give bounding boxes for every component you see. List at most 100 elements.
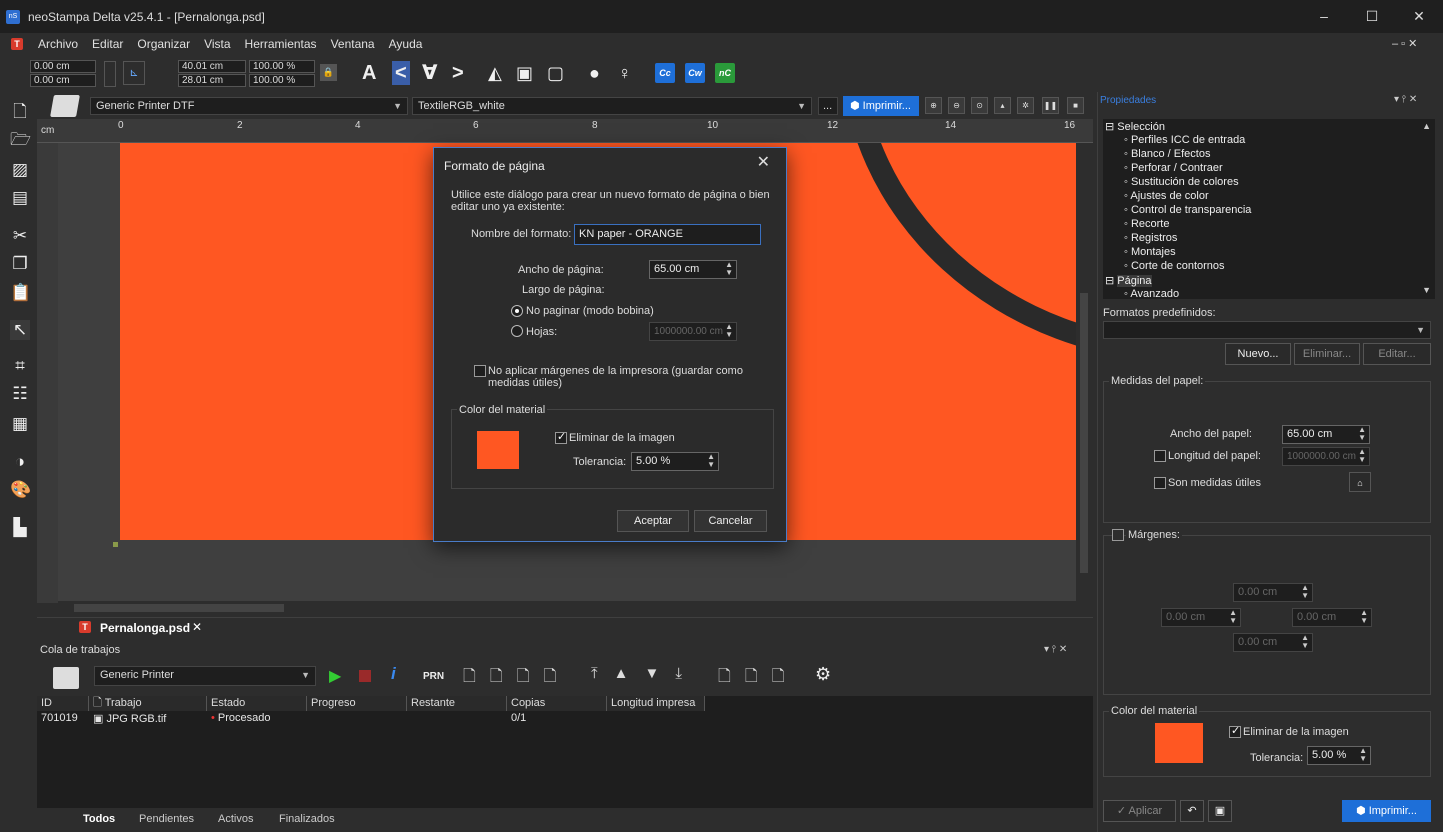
tree-item[interactable]: ◦ Sustitución de colores: [1124, 176, 1239, 188]
height-field[interactable]: 28.01 cm: [178, 74, 246, 87]
tree-scroll-up-icon[interactable]: ▲: [1422, 121, 1431, 131]
col-id[interactable]: ID: [37, 696, 89, 711]
tree-item[interactable]: ◦ Registros: [1124, 232, 1177, 244]
palette-icon[interactable]: 🎨: [10, 480, 31, 500]
settings-gear-icon[interactable]: ⚙: [815, 664, 831, 685]
align-down-icon[interactable]: ∀: [422, 61, 437, 85]
eliminar-button[interactable]: Eliminar...: [1294, 343, 1360, 365]
close-button[interactable]: ✕: [1396, 0, 1442, 33]
tree-item[interactable]: ◦ Control de transparencia: [1124, 204, 1251, 216]
stop-queue-icon[interactable]: [359, 670, 371, 682]
aplicar-button[interactable]: ✓ Aplicar: [1103, 800, 1176, 822]
contrast-icon[interactable]: ◑: [10, 452, 30, 472]
tree-item[interactable]: ◦ Recorte: [1124, 218, 1170, 230]
maximize-button[interactable]: ☐: [1349, 0, 1395, 33]
props-controls[interactable]: ▾ ⫯ ✕: [1394, 94, 1417, 105]
material-color-swatch[interactable]: [1155, 723, 1203, 763]
hojas-radio[interactable]: [511, 325, 523, 337]
no-margins-checkbox[interactable]: [474, 365, 486, 377]
undo-icon[interactable]: ↶: [1180, 800, 1204, 822]
tree-item[interactable]: ◦ Montajes: [1124, 246, 1176, 258]
save-icon[interactable]: ▤: [10, 188, 30, 208]
folder-settings-icon[interactable]: ▢: [547, 61, 564, 85]
col-trabajo[interactable]: 🗋 Trabajo: [89, 696, 207, 711]
cut-icon[interactable]: ✂: [10, 226, 30, 246]
tree-item[interactable]: ◦ Corte de contornos: [1124, 260, 1225, 272]
aceptar-button[interactable]: Aceptar: [617, 510, 689, 532]
crop-icon[interactable]: ⌗: [10, 356, 30, 376]
ink-drop-icon[interactable]: ●: [589, 61, 600, 85]
utiles-checkbox[interactable]: [1154, 477, 1166, 489]
col-progreso[interactable]: Progreso: [307, 696, 407, 711]
pointer-icon[interactable]: ↖: [10, 320, 30, 340]
margenes-checkbox[interactable]: [1112, 529, 1124, 541]
tile-icon[interactable]: ☷: [10, 384, 30, 404]
lock-icon[interactable]: 🔒: [320, 64, 337, 81]
dialog-tolerancia-input[interactable]: 5.00 % ▲ ▼: [631, 452, 719, 471]
table-row[interactable]: 701019 ▣ JPG RGB.tif • Procesado 0/1: [37, 711, 1093, 726]
dialog-close-icon[interactable]: ✕: [757, 152, 770, 172]
align-left-icon[interactable]: <: [392, 61, 410, 85]
zoom-fit-icon[interactable]: ⊙: [971, 97, 988, 114]
mdi-controls[interactable]: – ▫ ✕: [1392, 37, 1417, 50]
new-file-icon[interactable]: 🗋: [10, 102, 30, 122]
x-position-field[interactable]: 0.00 cm: [30, 60, 96, 73]
menu-organizar[interactable]: Organizar: [130, 37, 197, 51]
prn-button[interactable]: PRN: [423, 671, 444, 682]
open-folder-icon[interactable]: 🗁: [10, 130, 31, 150]
tab-todos[interactable]: Todos: [83, 813, 115, 825]
job-files-icon[interactable]: 🗋🗋🗋: [718, 665, 799, 692]
job-order-icon[interactable]: ⤒▲▼⤓: [591, 665, 698, 682]
eliminar-checkbox[interactable]: [1229, 724, 1241, 738]
menu-ayuda[interactable]: Ayuda: [382, 37, 430, 51]
menu-archivo[interactable]: Archivo: [31, 37, 85, 51]
zoom-selection-icon[interactable]: ✲: [1017, 97, 1034, 114]
queue-printer-select[interactable]: Generic Printer ▼: [94, 666, 316, 686]
print-button[interactable]: ⬢ Imprimir...: [843, 96, 919, 116]
width-field[interactable]: 40.01 cm: [178, 60, 246, 73]
tab-finalizados[interactable]: Finalizados: [279, 813, 335, 825]
tree-item[interactable]: ◦ Perforar / Contraer: [1124, 162, 1223, 174]
horizontal-scrollbar[interactable]: [58, 601, 1076, 615]
save-props-icon[interactable]: ▣: [1208, 800, 1232, 822]
vertical-scrollbar[interactable]: [1076, 143, 1093, 601]
scale-x-field[interactable]: 100.00 %: [249, 60, 315, 73]
zoom-out-icon[interactable]: ⊖: [948, 97, 965, 114]
cw-badge-icon[interactable]: Cw: [685, 63, 705, 83]
doc-tab-close[interactable]: ✕: [192, 620, 202, 634]
margin-top-input[interactable]: 0.00 cm ▲ ▼: [1233, 583, 1313, 602]
hojas-input[interactable]: 1000000.00 cm ▲ ▼: [649, 322, 737, 341]
pause-icon[interactable]: ❚❚: [1042, 97, 1059, 114]
copy-icon[interactable]: ❐: [10, 254, 30, 274]
doc-tab-title[interactable]: Pernalonga.psd: [100, 621, 190, 635]
play-icon[interactable]: ▶: [329, 666, 341, 686]
longitud-input[interactable]: 1000000.00 cm ▲ ▼: [1282, 447, 1370, 466]
col-copias[interactable]: Copias: [507, 696, 607, 711]
col-restante[interactable]: Restante: [407, 696, 507, 711]
col-estado[interactable]: Estado: [207, 696, 307, 711]
y-position-field[interactable]: 0.00 cm: [30, 74, 96, 87]
margin-left-input[interactable]: 0.00 cm ▲ ▼: [1161, 608, 1241, 627]
no-paginar-radio[interactable]: [511, 305, 523, 317]
longitud-checkbox[interactable]: [1154, 450, 1166, 462]
layout-icon[interactable]: ▙: [10, 518, 30, 538]
margin-bottom-input[interactable]: 0.00 cm ▲ ▼: [1233, 633, 1313, 652]
nc-badge-icon[interactable]: nC: [715, 63, 735, 83]
tree-scroll-down-icon[interactable]: ▼: [1422, 285, 1431, 295]
align-up-icon[interactable]: A: [362, 61, 376, 85]
info-icon[interactable]: i: [391, 664, 396, 684]
menu-herramientas[interactable]: Herramientas: [238, 37, 324, 51]
printer-select[interactable]: Generic Printer DTF ▼: [90, 97, 408, 115]
stop-icon[interactable]: ■: [1067, 97, 1084, 114]
dialog-eliminar-checkbox[interactable]: [555, 430, 567, 444]
dialog-color-swatch[interactable]: [477, 431, 519, 469]
menu-editar[interactable]: Editar: [85, 37, 130, 51]
panel-controls[interactable]: ▾ ⫯ ✕: [1044, 644, 1067, 655]
zoom-in-icon[interactable]: ⊕: [925, 97, 942, 114]
ancho-papel-input[interactable]: 65.00 cm ▲ ▼: [1282, 425, 1370, 444]
ancho-pagina-input[interactable]: 65.00 cm ▲ ▼: [649, 260, 737, 279]
tree-item[interactable]: ◦ Avanzado: [1124, 288, 1179, 300]
menu-vista[interactable]: Vista: [197, 37, 237, 51]
nuevo-button[interactable]: Nuevo...: [1225, 343, 1291, 365]
tree-item[interactable]: ⊟ Selección: [1105, 120, 1165, 133]
